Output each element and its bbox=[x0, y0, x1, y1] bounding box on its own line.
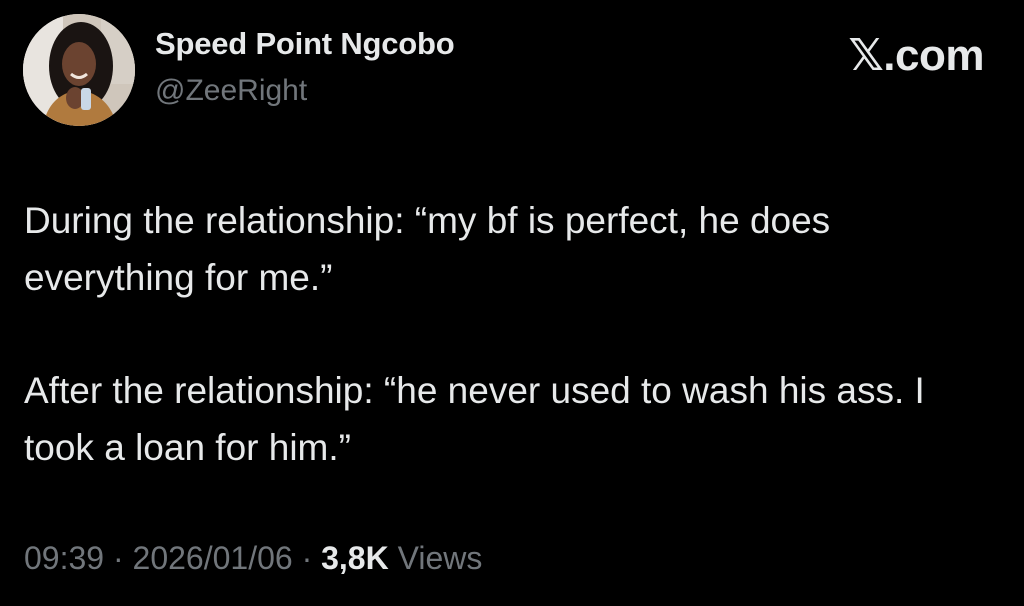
views-label: Views bbox=[388, 540, 483, 576]
author-handle[interactable]: @ZeeRight bbox=[155, 74, 307, 108]
meta-separator: · bbox=[292, 540, 322, 576]
tweet-card: Speed Point Ngcobo @ZeeRight 𝕏.com Durin… bbox=[0, 0, 1024, 606]
avatar-image bbox=[23, 14, 135, 126]
author-name[interactable]: Speed Point Ngcobo bbox=[155, 26, 455, 62]
x-logo-icon: 𝕏.com bbox=[848, 31, 984, 80]
tweet-text: During the relationship: “my bf is perfe… bbox=[24, 192, 994, 476]
meta-separator: · bbox=[104, 540, 133, 576]
tweet-meta: 09:39 · 2026/01/06 · 3,8K Views bbox=[24, 540, 482, 577]
tweet-paragraph: During the relationship: “my bf is perfe… bbox=[24, 200, 831, 298]
avatar[interactable] bbox=[23, 14, 135, 126]
views-count: 3,8K bbox=[321, 540, 389, 576]
tweet-paragraph: After the relationship: “he never used t… bbox=[24, 370, 925, 468]
tweet-date[interactable]: 2026/01/06 bbox=[133, 540, 293, 576]
tweet-time[interactable]: 09:39 bbox=[24, 540, 104, 576]
